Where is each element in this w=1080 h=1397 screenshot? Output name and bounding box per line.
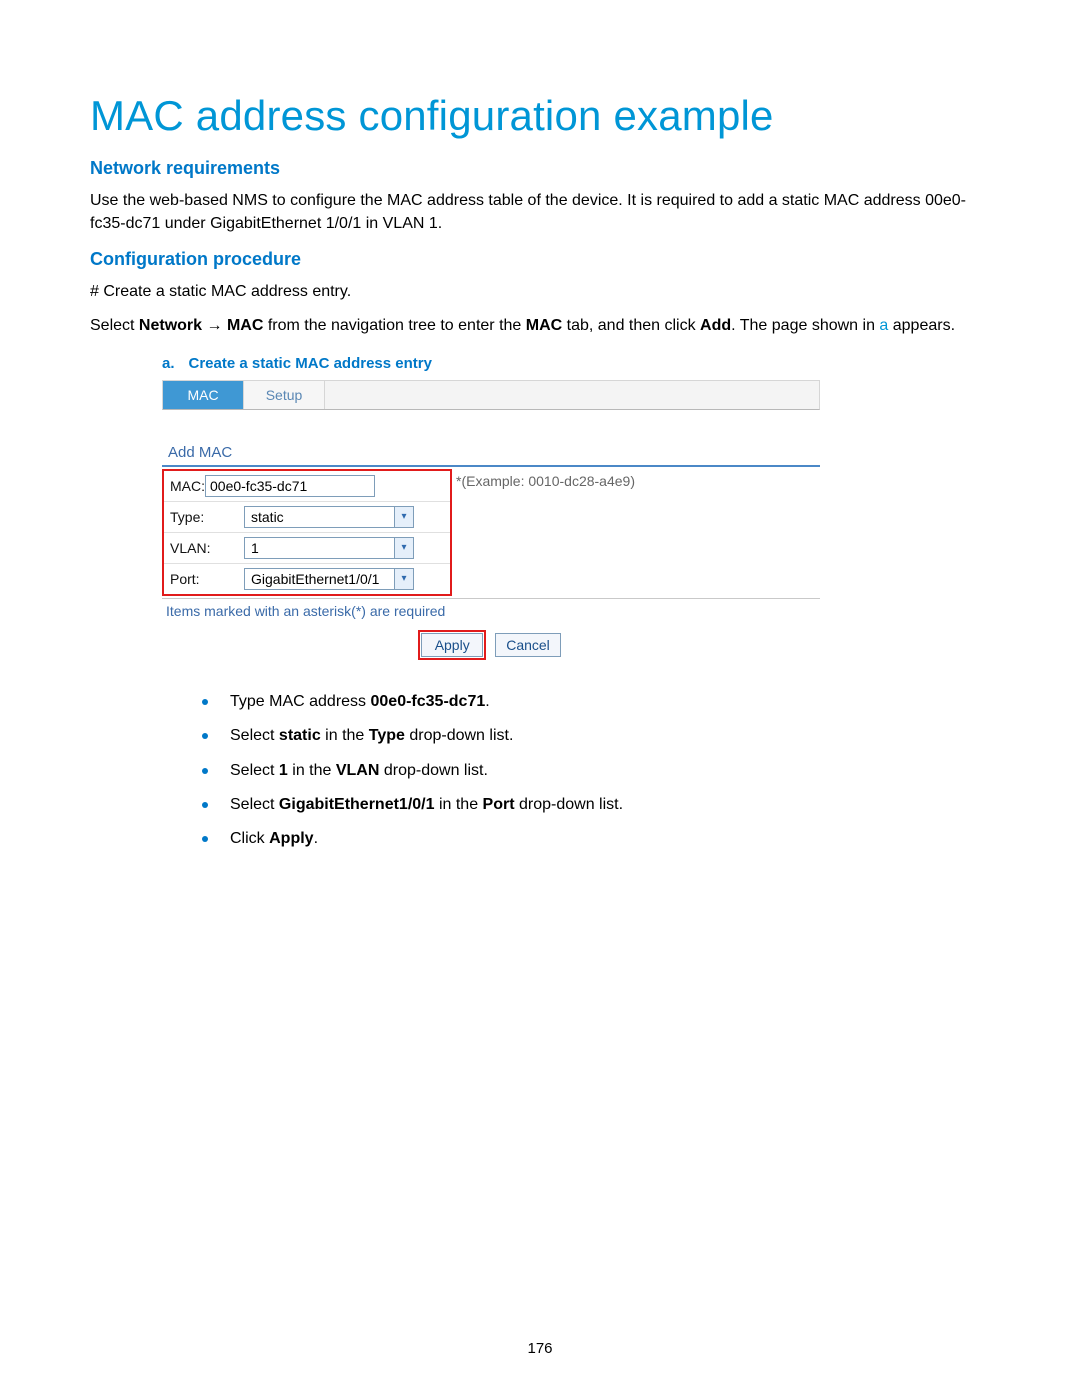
button-row: Apply Cancel <box>162 629 820 665</box>
step-5: Click Apply. <box>202 828 990 850</box>
step-bold: GigabitEthernet1/0/1 <box>279 796 435 813</box>
vlan-label: VLAN: <box>164 540 244 556</box>
step-bold: Type <box>369 727 405 744</box>
step-text: . <box>314 830 318 847</box>
instr-network: Network <box>139 317 202 334</box>
figure-caption-text: Create a static MAC address entry <box>189 355 432 372</box>
mac-example-hint: *(Example: 0010-dc28-a4e9) <box>456 473 635 489</box>
type-select-value: static <box>249 509 284 525</box>
required-fields-note: Items marked with an asterisk(*) are req… <box>166 603 820 619</box>
figure-caption: a. Create a static MAC address entry <box>162 355 990 372</box>
step-text: Select <box>230 727 279 744</box>
create-entry-comment: # Create a static MAC address entry. <box>90 280 990 303</box>
mac-input[interactable] <box>205 475 375 497</box>
navigation-instruction: Select Network → MAC from the navigation… <box>90 314 990 337</box>
step-text: Select <box>230 762 279 779</box>
highlighted-form-box: MAC: Type: static ▾ <box>162 469 452 596</box>
step-text: Click <box>230 830 269 847</box>
instr-pre: Select <box>90 317 139 334</box>
step-text: in the <box>435 796 483 813</box>
step-text: in the <box>288 762 336 779</box>
chevron-down-icon: ▾ <box>394 538 413 558</box>
step-bold: Apply <box>269 830 313 847</box>
vlan-select[interactable]: 1 ▾ <box>244 537 414 559</box>
port-select-value: GigabitEthernet1/0/1 <box>249 571 379 587</box>
step-text: Select <box>230 796 279 813</box>
step-bold: static <box>279 727 321 744</box>
form-wrapper: MAC: Type: static ▾ <box>162 465 820 599</box>
tab-setup[interactable]: Setup <box>244 381 325 409</box>
step-2: Select static in the Type drop-down list… <box>202 725 990 747</box>
instr-mid: from the navigation tree to enter the <box>263 317 525 334</box>
port-label: Port: <box>164 571 244 587</box>
vlan-select-value: 1 <box>249 540 259 556</box>
page-title: MAC address configuration example <box>90 92 990 140</box>
network-requirements-body: Use the web-based NMS to configure the M… <box>90 189 990 235</box>
instr-post: . The page shown in <box>731 317 879 334</box>
step-1: Type MAC address 00e0-fc35-dc71. <box>202 691 990 713</box>
step-4: Select GigabitEthernet1/0/1 in the Port … <box>202 794 990 816</box>
step-text: . <box>485 693 489 710</box>
step-text: in the <box>321 727 369 744</box>
instr-mid2: tab, and then click <box>562 317 700 334</box>
instr-link-a[interactable]: a <box>879 317 888 334</box>
configuration-procedure-heading: Configuration procedure <box>90 249 990 270</box>
step-bold: 1 <box>279 762 288 779</box>
chevron-down-icon: ▾ <box>394 507 413 527</box>
step-bold: VLAN <box>336 762 380 779</box>
mac-label: MAC: <box>164 478 205 494</box>
procedure-steps: Type MAC address 00e0-fc35-dc71. Select … <box>202 691 990 851</box>
step-text: drop-down list. <box>379 762 488 779</box>
chevron-down-icon: ▾ <box>394 569 413 589</box>
step-bold: Port <box>483 796 515 813</box>
tab-mac[interactable]: MAC <box>163 381 244 409</box>
step-bold: 00e0-fc35-dc71 <box>371 693 486 710</box>
port-select[interactable]: GigabitEthernet1/0/1 ▾ <box>244 568 414 590</box>
instr-add: Add <box>700 317 731 334</box>
tab-bar: MAC Setup <box>162 380 820 410</box>
type-select[interactable]: static ▾ <box>244 506 414 528</box>
step-text: Type MAC address <box>230 693 371 710</box>
apply-button[interactable]: Apply <box>421 633 483 657</box>
type-label: Type: <box>164 509 244 525</box>
step-3: Select 1 in the VLAN drop-down list. <box>202 760 990 782</box>
page-number: 176 <box>0 1340 1080 1357</box>
instr-tab: MAC <box>526 317 562 334</box>
instr-mac: MAC <box>227 317 263 334</box>
figure-number: a. <box>162 355 175 372</box>
screenshot-add-mac: MAC Setup Add MAC MAC: Type: <box>162 380 820 665</box>
instr-arrow: → <box>202 317 227 334</box>
cancel-button[interactable]: Cancel <box>495 633 561 657</box>
instr-end: appears. <box>888 317 955 334</box>
add-mac-section-label: Add MAC <box>162 444 820 461</box>
network-requirements-heading: Network requirements <box>90 158 990 179</box>
step-text: drop-down list. <box>515 796 624 813</box>
step-text: drop-down list. <box>405 727 514 744</box>
